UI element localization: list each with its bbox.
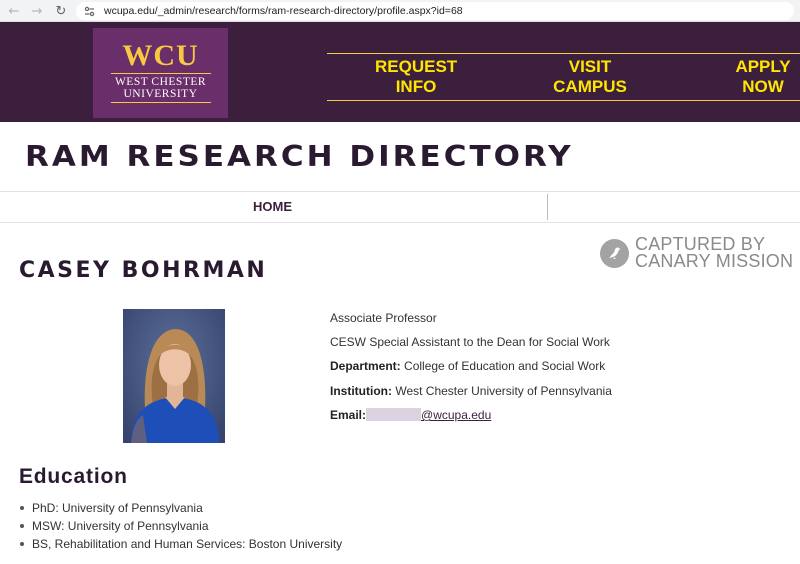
- directory-title: RAM RESEARCH DIRECTORY: [25, 140, 574, 174]
- site-info-icon[interactable]: [82, 4, 96, 18]
- apply-now-link[interactable]: APPLY NOW: [727, 57, 799, 97]
- watermark-text: CAPTURED BY CANARY MISSION: [635, 235, 794, 271]
- visit-campus-link[interactable]: VISIT CAMPUS: [549, 57, 631, 97]
- request-info-line-1: REQUEST: [375, 57, 458, 76]
- nav-home-link[interactable]: HOME: [253, 199, 292, 214]
- institution-value: West Chester University of Pennsylvania: [395, 384, 612, 398]
- profile-title: Associate Professor: [330, 311, 437, 325]
- apply-now-line-2: NOW: [742, 77, 784, 96]
- cta-strip: REQUEST INFO VISIT CAMPUS APPLY NOW: [327, 53, 800, 101]
- institution-label: Institution:: [330, 384, 392, 398]
- request-info-link[interactable]: REQUEST INFO: [375, 57, 457, 97]
- logo-mark: WCU: [122, 39, 199, 72]
- watermark-line-2: CANARY MISSION: [635, 251, 794, 271]
- profile-role: CESW Special Assistant to the Dean for S…: [330, 335, 610, 349]
- list-item: PhD: University of Pennsylvania: [19, 499, 342, 517]
- education-heading: Education: [19, 465, 128, 488]
- back-arrow-icon[interactable]: ←: [3, 0, 25, 22]
- request-info-line-2: INFO: [395, 77, 437, 96]
- logo-rule: [110, 73, 211, 74]
- email-redaction: [366, 408, 422, 421]
- forward-arrow-icon[interactable]: →: [26, 0, 48, 22]
- profile-department: Department: College of Education and Soc…: [330, 359, 605, 373]
- profile-photo: [123, 309, 225, 443]
- canary-bird-icon: [600, 238, 629, 268]
- education-list: PhD: University of Pennsylvania MSW: Uni…: [19, 499, 342, 553]
- profile-institution: Institution: West Chester University of …: [330, 384, 612, 398]
- email-label: Email:: [330, 408, 367, 422]
- visit-campus-line-2: CAMPUS: [553, 77, 627, 96]
- logo-line-2: UNIVERSITY: [123, 88, 198, 100]
- logo-line-1: WEST CHESTER: [114, 76, 207, 88]
- address-bar[interactable]: wcupa.edu/_admin/research/forms/ram-rese…: [76, 2, 794, 20]
- apply-now-line-1: APPLY: [735, 57, 791, 76]
- reload-icon[interactable]: ↻: [50, 0, 72, 22]
- directory-nav: HOME: [0, 191, 800, 223]
- nav-divider: [547, 194, 548, 220]
- wcu-logo[interactable]: WCU WEST CHESTER UNIVERSITY: [93, 28, 228, 118]
- list-item: MSW: University of Pennsylvania: [19, 517, 342, 535]
- profile-email: Email: @wcupa.edu: [330, 408, 491, 422]
- site-header: WCU WEST CHESTER UNIVERSITY REQUEST INFO…: [0, 22, 800, 122]
- browser-toolbar: ← → ↻ wcupa.edu/_admin/research/forms/ra…: [0, 0, 800, 22]
- logo-rule-bottom: [110, 102, 211, 103]
- department-label: Department:: [330, 359, 401, 373]
- canary-mission-watermark: CAPTURED BY CANARY MISSION: [600, 235, 794, 271]
- list-item: BS, Rehabilitation and Human Services: B…: [19, 535, 342, 553]
- department-value: College of Education and Social Work: [404, 359, 606, 373]
- url-text: wcupa.edu/_admin/research/forms/ram-rese…: [104, 5, 463, 17]
- profile-name: CASEY BOHRMAN: [19, 258, 268, 283]
- email-link[interactable]: @wcupa.edu: [421, 408, 491, 422]
- visit-campus-line-1: VISIT: [568, 57, 612, 76]
